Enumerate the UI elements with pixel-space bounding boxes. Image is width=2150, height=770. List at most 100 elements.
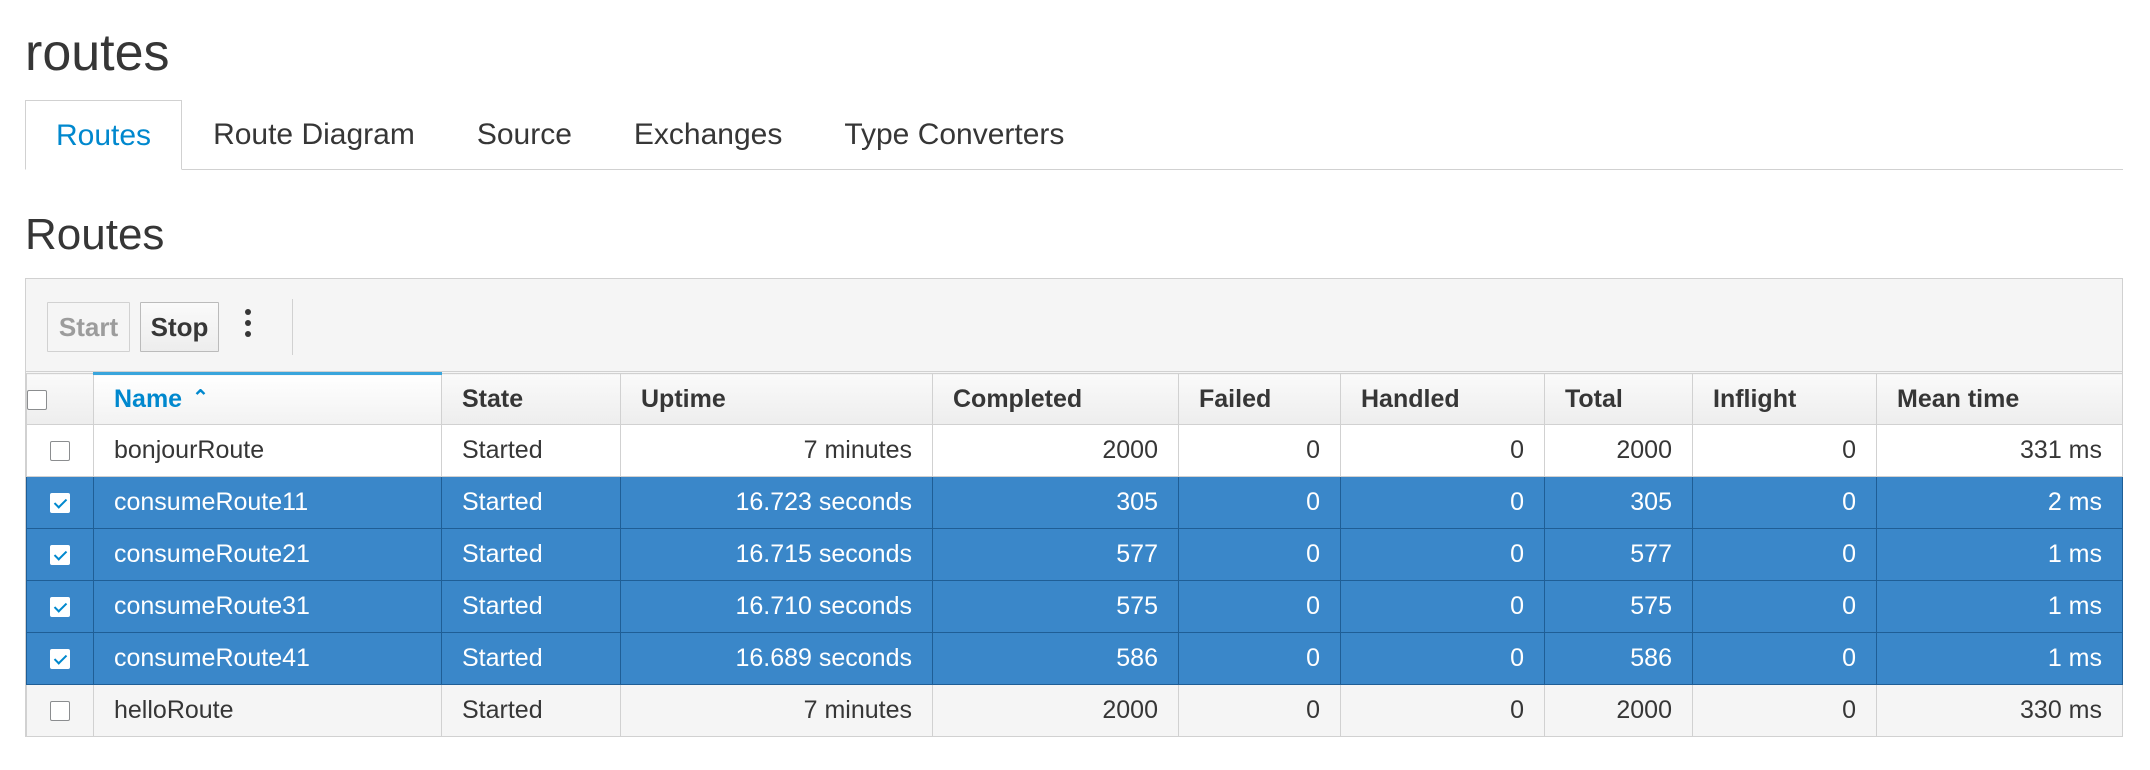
start-button[interactable]: Start bbox=[47, 302, 130, 352]
cell-completed: 575 bbox=[932, 580, 1179, 633]
row-checkbox[interactable] bbox=[50, 441, 70, 462]
cell-handled: 0 bbox=[1340, 528, 1545, 581]
cell-failed: 0 bbox=[1178, 424, 1341, 477]
cell-failed: 0 bbox=[1178, 632, 1341, 685]
column-header-state[interactable]: State bbox=[441, 373, 621, 425]
select-all-checkbox[interactable] bbox=[27, 389, 47, 410]
cell-total: 575 bbox=[1544, 580, 1693, 633]
cell-mean-time: 1 ms bbox=[1876, 580, 2123, 633]
row-select-cell bbox=[26, 580, 94, 633]
column-header-failed[interactable]: Failed bbox=[1178, 373, 1341, 425]
table-row[interactable]: consumeRoute21 Started 16.715 seconds 57… bbox=[26, 528, 2123, 581]
cell-total: 305 bbox=[1544, 476, 1693, 529]
cell-failed: 0 bbox=[1178, 580, 1341, 633]
column-header-uptime[interactable]: Uptime bbox=[620, 373, 933, 425]
cell-inflight: 0 bbox=[1692, 580, 1877, 633]
page: routes Routes Route Diagram Source Excha… bbox=[0, 0, 2150, 770]
column-header-name[interactable]: Name ⌃ bbox=[93, 372, 442, 425]
cell-completed: 2000 bbox=[932, 684, 1179, 737]
cell-total: 586 bbox=[1544, 632, 1693, 685]
row-checkbox[interactable] bbox=[50, 701, 70, 722]
cell-state: Started bbox=[441, 424, 621, 477]
table-row[interactable]: helloRoute Started 7 minutes 2000 0 0 20… bbox=[26, 684, 2123, 737]
tab-exchanges[interactable]: Exchanges bbox=[603, 100, 813, 169]
cell-inflight: 0 bbox=[1692, 632, 1877, 685]
cell-mean-time: 330 ms bbox=[1876, 684, 2123, 737]
cell-uptime: 7 minutes bbox=[620, 684, 933, 737]
column-header-completed[interactable]: Completed bbox=[932, 373, 1179, 425]
column-header-inflight[interactable]: Inflight bbox=[1692, 373, 1877, 425]
row-checkbox[interactable] bbox=[50, 597, 70, 618]
table-header-row: Name ⌃ State Uptime Completed Failed Hand… bbox=[26, 372, 2123, 425]
column-header-total[interactable]: Total bbox=[1544, 373, 1693, 425]
cell-state: Started bbox=[441, 580, 621, 633]
tab-bar: Routes Route Diagram Source Exchanges Ty… bbox=[25, 100, 2123, 170]
cell-name: consumeRoute11 bbox=[93, 476, 442, 529]
stop-button[interactable]: Stop bbox=[140, 302, 219, 352]
chevron-up-icon: ⌃ bbox=[192, 387, 209, 409]
cell-state: Started bbox=[441, 632, 621, 685]
row-select-cell bbox=[26, 528, 94, 581]
kebab-icon[interactable] bbox=[240, 309, 256, 345]
toolbar: Start Stop bbox=[26, 279, 2122, 372]
cell-failed: 0 bbox=[1178, 528, 1341, 581]
cell-uptime: 16.715 seconds bbox=[620, 528, 933, 581]
cell-state: Started bbox=[441, 684, 621, 737]
cell-mean-time: 1 ms bbox=[1876, 528, 2123, 581]
row-checkbox[interactable] bbox=[50, 545, 70, 566]
cell-handled: 0 bbox=[1340, 424, 1545, 477]
cell-inflight: 0 bbox=[1692, 684, 1877, 737]
table-row[interactable]: consumeRoute41 Started 16.689 seconds 58… bbox=[26, 632, 2123, 685]
cell-name: consumeRoute41 bbox=[93, 632, 442, 685]
cell-completed: 586 bbox=[932, 632, 1179, 685]
tab-type-converters[interactable]: Type Converters bbox=[813, 100, 1095, 169]
table-row[interactable]: consumeRoute11 Started 16.723 seconds 30… bbox=[26, 476, 2123, 529]
routes-table: Name ⌃ State Uptime Completed Failed Hand… bbox=[26, 372, 2123, 737]
row-select-cell bbox=[26, 476, 94, 529]
cell-completed: 577 bbox=[932, 528, 1179, 581]
table-row[interactable]: bonjourRoute Started 7 minutes 2000 0 0 … bbox=[26, 424, 2123, 477]
cell-mean-time: 331 ms bbox=[1876, 424, 2123, 477]
cell-total: 2000 bbox=[1544, 684, 1693, 737]
tab-source[interactable]: Source bbox=[446, 100, 603, 169]
row-checkbox[interactable] bbox=[50, 649, 70, 670]
section-title: Routes bbox=[25, 210, 165, 259]
cell-name: bonjourRoute bbox=[93, 424, 442, 477]
column-header-mean-time[interactable]: Mean time bbox=[1876, 373, 2123, 425]
column-header-handled[interactable]: Handled bbox=[1340, 373, 1545, 425]
cell-inflight: 0 bbox=[1692, 476, 1877, 529]
row-select-cell bbox=[26, 424, 94, 477]
select-all-cell bbox=[26, 373, 94, 425]
tab-route-diagram[interactable]: Route Diagram bbox=[182, 100, 446, 169]
page-title: routes bbox=[25, 24, 170, 82]
cell-uptime: 16.710 seconds bbox=[620, 580, 933, 633]
cell-total: 2000 bbox=[1544, 424, 1693, 477]
cell-failed: 0 bbox=[1178, 476, 1341, 529]
cell-completed: 2000 bbox=[932, 424, 1179, 477]
cell-inflight: 0 bbox=[1692, 528, 1877, 581]
cell-name: helloRoute bbox=[93, 684, 442, 737]
cell-name: consumeRoute21 bbox=[93, 528, 442, 581]
cell-state: Started bbox=[441, 476, 621, 529]
cell-total: 577 bbox=[1544, 528, 1693, 581]
cell-handled: 0 bbox=[1340, 684, 1545, 737]
cell-failed: 0 bbox=[1178, 684, 1341, 737]
cell-inflight: 0 bbox=[1692, 424, 1877, 477]
row-select-cell bbox=[26, 684, 94, 737]
cell-completed: 305 bbox=[932, 476, 1179, 529]
cell-mean-time: 1 ms bbox=[1876, 632, 2123, 685]
row-checkbox[interactable] bbox=[50, 493, 70, 514]
cell-uptime: 16.723 seconds bbox=[620, 476, 933, 529]
cell-mean-time: 2 ms bbox=[1876, 476, 2123, 529]
cell-handled: 0 bbox=[1340, 580, 1545, 633]
cell-handled: 0 bbox=[1340, 476, 1545, 529]
tab-routes[interactable]: Routes bbox=[25, 100, 183, 170]
table-row[interactable]: consumeRoute31 Started 16.710 seconds 57… bbox=[26, 580, 2123, 633]
cell-name: consumeRoute31 bbox=[93, 580, 442, 633]
cell-state: Started bbox=[441, 528, 621, 581]
row-select-cell bbox=[26, 632, 94, 685]
cell-handled: 0 bbox=[1340, 632, 1545, 685]
toolbar-divider bbox=[292, 299, 293, 355]
column-header-label: Name bbox=[114, 385, 183, 413]
routes-panel: Start Stop Name ⌃ State Uptime Completed… bbox=[25, 278, 2123, 737]
